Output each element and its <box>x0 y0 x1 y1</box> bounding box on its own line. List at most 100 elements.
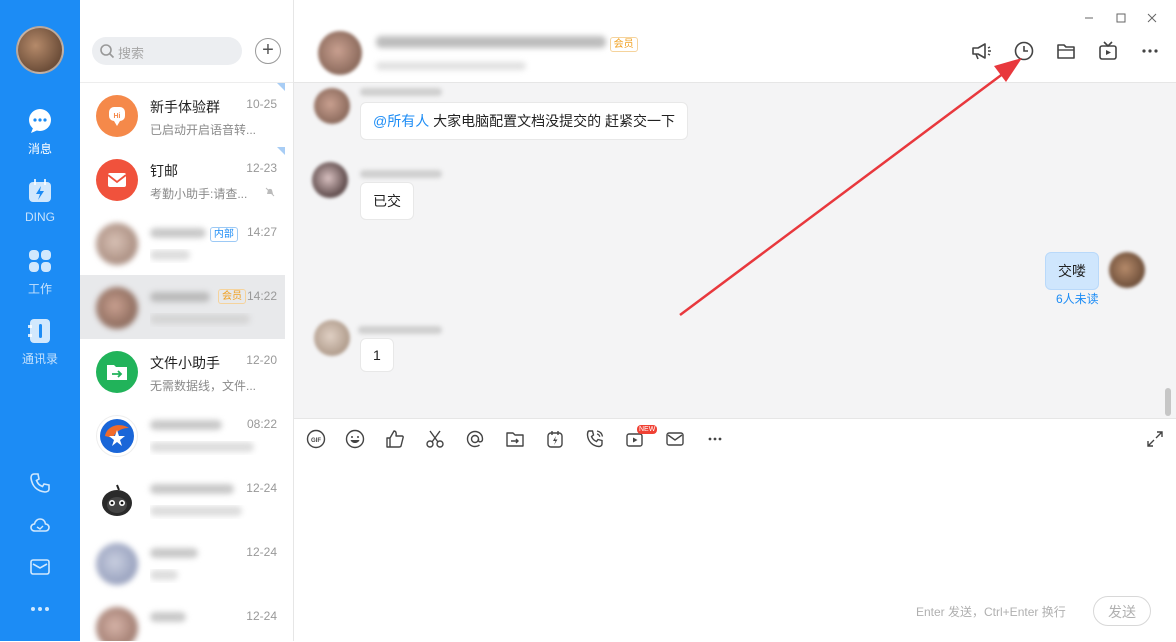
gif-button[interactable]: GIF <box>306 429 326 452</box>
list-item[interactable]: 内部 14:27 <box>80 211 285 275</box>
internal-tag: 内部 <box>209 226 238 242</box>
chat-panel: 会员 @所有人 大家电脑配置文档没提交的 赶紧交一下 已交 交喽 6人未读 1 … <box>294 0 1176 642</box>
chat-scrollbar[interactable] <box>1165 388 1171 416</box>
screenshot-button[interactable] <box>425 429 445 452</box>
send-file-button[interactable] <box>505 429 525 452</box>
cloud-drive-button[interactable] <box>0 514 80 539</box>
more-icon <box>1142 49 1158 53</box>
list-item[interactable]: 钉邮 12-23 考勤小助手:请查... <box>80 147 285 211</box>
like-button[interactable] <box>385 429 405 452</box>
sidebar-item-label: 消息 <box>27 142 52 156</box>
sidebar-item-work[interactable]: 工作 <box>0 248 80 297</box>
ding-icon <box>29 179 51 202</box>
search-input[interactable]: 搜索 <box>92 37 242 65</box>
sender-avatar[interactable] <box>314 320 350 356</box>
live-video-button[interactable]: NEW <box>625 425 658 452</box>
search-icon <box>100 44 115 59</box>
conversation-time: 14:27 <box>246 225 277 239</box>
thumbs-up-icon <box>386 430 404 448</box>
conversation-time: 10-25 <box>246 97 277 111</box>
close-button[interactable] <box>1147 10 1157 26</box>
mail-icon <box>107 173 127 187</box>
mail-button[interactable] <box>665 429 685 452</box>
minimize-button[interactable] <box>1084 10 1094 26</box>
at-icon <box>466 430 484 448</box>
my-message-bubble[interactable]: 交喽 <box>1045 252 1099 290</box>
sender-avatar[interactable] <box>312 162 348 198</box>
list-item[interactable]: Hi 新手体验群 10-25 已启动开启语音转... <box>80 83 285 147</box>
chat-title[interactable]: 会员 <box>376 36 638 73</box>
gif-icon: GIF <box>306 429 326 449</box>
conversation-time: 14:22 <box>246 289 277 303</box>
conversation-preview: 无需数据线，文件... <box>150 379 257 393</box>
send-button[interactable]: 发送 <box>1093 596 1151 626</box>
mention-all[interactable]: @所有人 <box>373 113 429 129</box>
conversation-time: 08:22 <box>246 417 277 431</box>
folder-transfer-icon <box>107 365 127 380</box>
list-item[interactable]: 12-24 <box>80 467 285 531</box>
sender-avatar[interactable] <box>314 88 350 124</box>
history-button[interactable] <box>1013 40 1035 65</box>
avatar <box>96 479 138 521</box>
list-item[interactable]: 文件小助手 12-20 无需数据线，文件... <box>80 339 285 403</box>
user-avatar[interactable] <box>16 26 64 74</box>
more-tools-button[interactable] <box>705 429 725 452</box>
sidebar-item-ding[interactable]: DING <box>0 178 80 224</box>
conversation-list: 搜索 + Hi 新手体验群 10-25 已启动开启语音转... 钉邮 12-23… <box>80 0 294 641</box>
emoji-icon <box>345 429 365 449</box>
mail-button[interactable] <box>0 556 80 581</box>
mail-icon <box>666 432 684 446</box>
phone-button[interactable] <box>0 472 80 497</box>
avatar <box>96 415 138 457</box>
conversation-preview <box>150 569 262 583</box>
call-button[interactable] <box>585 429 605 452</box>
add-button[interactable]: + <box>255 38 281 64</box>
chat-header: 会员 <box>294 0 1176 83</box>
my-avatar[interactable] <box>1109 252 1145 288</box>
list-item[interactable]: 12-24 <box>80 595 285 641</box>
pinned-marker <box>277 147 285 155</box>
conversation-preview <box>150 313 262 327</box>
group-bot-icon: Hi <box>109 107 125 126</box>
mention-button[interactable] <box>465 429 485 452</box>
sidebar-item-label: DING <box>25 210 55 224</box>
more-button[interactable] <box>1139 40 1161 65</box>
sender-name <box>358 322 442 337</box>
expand-button[interactable] <box>1145 429 1165 452</box>
conversation-name: 文件小助手 <box>150 355 220 371</box>
message-bubble[interactable]: 1 <box>360 338 394 372</box>
message-bubble[interactable]: 已交 <box>360 182 414 220</box>
files-button[interactable] <box>1055 40 1077 65</box>
minimize-icon <box>1085 17 1093 19</box>
more-button[interactable] <box>0 598 80 623</box>
chat-avatar[interactable] <box>318 31 362 75</box>
conversation-name <box>150 417 222 433</box>
avatar <box>96 543 138 585</box>
avatar <box>96 223 138 265</box>
list-item[interactable]: 08:22 <box>80 403 285 467</box>
ding-button[interactable] <box>545 429 565 452</box>
unread-count[interactable]: 6人未读 <box>1056 290 1099 307</box>
announcement-button[interactable] <box>970 40 992 65</box>
file-send-icon <box>506 432 524 447</box>
nav-sidebar: 消息 DING 工作 通讯录 <box>0 0 80 641</box>
sidebar-item-label: 通讯录 <box>21 352 58 366</box>
list-item[interactable]: 12-24 <box>80 531 285 595</box>
phone-call-icon <box>586 430 604 448</box>
emoji-button[interactable] <box>345 429 365 452</box>
list-item-selected[interactable]: 会员 14:22 <box>80 275 285 339</box>
conversation-preview <box>150 505 262 519</box>
ding-icon <box>547 431 563 448</box>
vip-tag: 会员 <box>218 289 246 304</box>
message-bubble[interactable]: @所有人 大家电脑配置文档没提交的 赶紧交一下 <box>360 102 688 140</box>
message-text: 大家电脑配置文档没提交的 赶紧交一下 <box>429 113 675 129</box>
maximize-button[interactable] <box>1116 10 1126 26</box>
sidebar-item-messages[interactable]: 消息 <box>0 108 80 157</box>
avatar <box>96 159 138 201</box>
sidebar-item-contacts[interactable]: 通讯录 <box>0 318 80 367</box>
more-icon <box>708 437 722 441</box>
pinned-marker <box>277 83 285 91</box>
live-button[interactable] <box>1097 40 1119 65</box>
scissors-icon <box>426 430 444 448</box>
conversation-time: 12-23 <box>246 161 277 175</box>
